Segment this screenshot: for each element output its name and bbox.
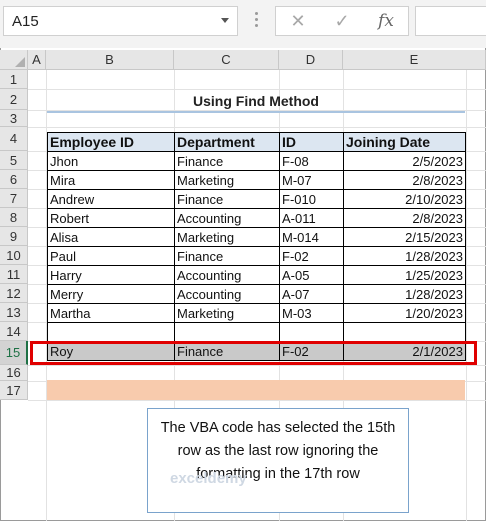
column-header-e[interactable]: E — [343, 50, 486, 70]
cell-department[interactable]: Finance — [174, 246, 280, 266]
cell-date[interactable]: 2/15/2023 — [343, 227, 466, 247]
table-row-empty — [47, 322, 466, 342]
table-row: Paul Finance F-02 1/28/2023 — [47, 246, 466, 266]
cell-date[interactable]: 1/20/2023 — [343, 303, 466, 323]
cell-empty[interactable] — [343, 322, 466, 342]
column-header-c[interactable]: C — [174, 50, 279, 70]
table-row: Andrew Finance F-010 2/10/2023 — [47, 189, 466, 209]
formatted-row-17 — [47, 380, 465, 400]
watermark-logo: exceldemy — [170, 470, 247, 487]
cell-empty[interactable] — [174, 322, 280, 342]
cell-id[interactable]: M-07 — [279, 170, 344, 190]
table-header-row: Employee ID Department ID Joining Date — [47, 132, 466, 152]
cell-id[interactable]: A-07 — [279, 284, 344, 304]
cell-id[interactable]: F-02 — [279, 246, 344, 266]
row-header-3[interactable]: 3 — [0, 110, 28, 127]
cell-department[interactable]: Finance — [174, 189, 280, 209]
row-header-12[interactable]: 12 — [0, 284, 28, 303]
select-all-corner[interactable] — [0, 50, 28, 70]
cell-empty[interactable] — [279, 322, 344, 342]
table-row: Alisa Marketing M-014 2/15/2023 — [47, 227, 466, 247]
cell-department[interactable]: Marketing — [174, 227, 280, 247]
row-header-6[interactable]: 6 — [0, 170, 28, 189]
check-icon[interactable]: ✓ — [322, 7, 362, 35]
cell-department[interactable]: Accounting — [174, 208, 280, 228]
header-joining-date[interactable]: Joining Date — [343, 132, 466, 152]
row-header-14[interactable]: 14 — [0, 322, 28, 341]
table-row: Mira Marketing M-07 2/8/2023 — [47, 170, 466, 190]
formula-bar: A15 ✕ ✓ fx — [0, 0, 486, 48]
title-underline — [47, 111, 465, 113]
row-header-16[interactable]: 16 — [0, 365, 28, 381]
gridline — [28, 365, 486, 366]
cell-department[interactable]: Marketing — [174, 303, 280, 323]
function-button[interactable]: fx — [366, 7, 406, 35]
cell-employee[interactable]: Martha — [47, 303, 175, 323]
gridline — [28, 127, 486, 128]
chevron-down-icon[interactable] — [221, 18, 229, 23]
cell-empty[interactable] — [47, 322, 175, 342]
cell-employee[interactable]: Mira — [47, 170, 175, 190]
cell-id[interactable]: A-05 — [279, 265, 344, 285]
cell-department[interactable]: Accounting — [174, 265, 280, 285]
explanation-textbox[interactable]: The VBA code has selected the 15th row a… — [147, 408, 409, 513]
row-header-8[interactable]: 8 — [0, 208, 28, 227]
gridline — [28, 400, 486, 401]
close-icon[interactable]: ✕ — [278, 7, 318, 35]
row-header-13[interactable]: 13 — [0, 303, 28, 322]
cell-employee[interactable]: Merry — [47, 284, 175, 304]
table-row: Jhon Finance F-08 2/5/2023 — [47, 151, 466, 171]
row-header-15[interactable]: 15 — [0, 341, 28, 365]
row-header-10[interactable]: 10 — [0, 246, 28, 265]
table-row: Robert Accounting A-011 2/8/2023 — [47, 208, 466, 228]
header-department[interactable]: Department — [174, 132, 280, 152]
header-id[interactable]: ID — [279, 132, 344, 152]
column-header-b[interactable]: B — [46, 50, 174, 70]
cell-date[interactable]: 2/10/2023 — [343, 189, 466, 209]
cell-employee[interactable]: Jhon — [47, 151, 175, 171]
sheet-title: Using Find Method — [193, 93, 319, 109]
cell-department[interactable]: Accounting — [174, 284, 280, 304]
row-header-2[interactable]: 2 — [0, 89, 28, 110]
row-header-7[interactable]: 7 — [0, 189, 28, 208]
column-header-a[interactable]: A — [28, 50, 46, 70]
cell-date[interactable]: 2/8/2023 — [343, 208, 466, 228]
more-options-icon[interactable] — [255, 12, 258, 32]
cell-date[interactable]: 1/25/2023 — [343, 265, 466, 285]
cell-date[interactable]: 2/8/2023 — [343, 170, 466, 190]
table-row: Martha Marketing M-03 1/20/2023 — [47, 303, 466, 323]
cell-employee[interactable]: Robert — [47, 208, 175, 228]
cell-employee[interactable]: Harry — [47, 265, 175, 285]
name-box-value: A15 — [12, 13, 39, 30]
formula-buttons: ✕ ✓ fx — [275, 6, 409, 36]
cell-id[interactable]: M-014 — [279, 227, 344, 247]
cell-id[interactable]: M-03 — [279, 303, 344, 323]
row-header-11[interactable]: 11 — [0, 265, 28, 284]
cell-employee[interactable]: Paul — [47, 246, 175, 266]
header-employee-id[interactable]: Employee ID — [47, 132, 175, 152]
cell-department[interactable]: Finance — [174, 151, 280, 171]
cell-employee[interactable]: Andrew — [47, 189, 175, 209]
column-header-d[interactable]: D — [279, 50, 343, 70]
cell-id[interactable]: F-08 — [279, 151, 344, 171]
formula-input[interactable] — [415, 6, 486, 36]
cell-date[interactable]: 2/5/2023 — [343, 151, 466, 171]
cell-date[interactable]: 1/28/2023 — [343, 246, 466, 266]
cell-employee[interactable]: Alisa — [47, 227, 175, 247]
table-row: Harry Accounting A-05 1/25/2023 — [47, 265, 466, 285]
row-header-1[interactable]: 1 — [0, 70, 28, 89]
cell-id[interactable]: A-011 — [279, 208, 344, 228]
cell-date[interactable]: 1/28/2023 — [343, 284, 466, 304]
table-row: Merry Accounting A-07 1/28/2023 — [47, 284, 466, 304]
cell-department[interactable]: Marketing — [174, 170, 280, 190]
row-header-5[interactable]: 5 — [0, 151, 28, 170]
row-header-9[interactable]: 9 — [0, 227, 28, 246]
name-box[interactable]: A15 — [3, 6, 238, 36]
employee-table: Employee ID Department ID Joining Date J… — [47, 132, 466, 361]
row-header-17[interactable]: 17 — [0, 381, 28, 400]
cell-id[interactable]: F-010 — [279, 189, 344, 209]
selected-row-highlight — [30, 341, 477, 365]
row-header-4[interactable]: 4 — [0, 127, 28, 151]
